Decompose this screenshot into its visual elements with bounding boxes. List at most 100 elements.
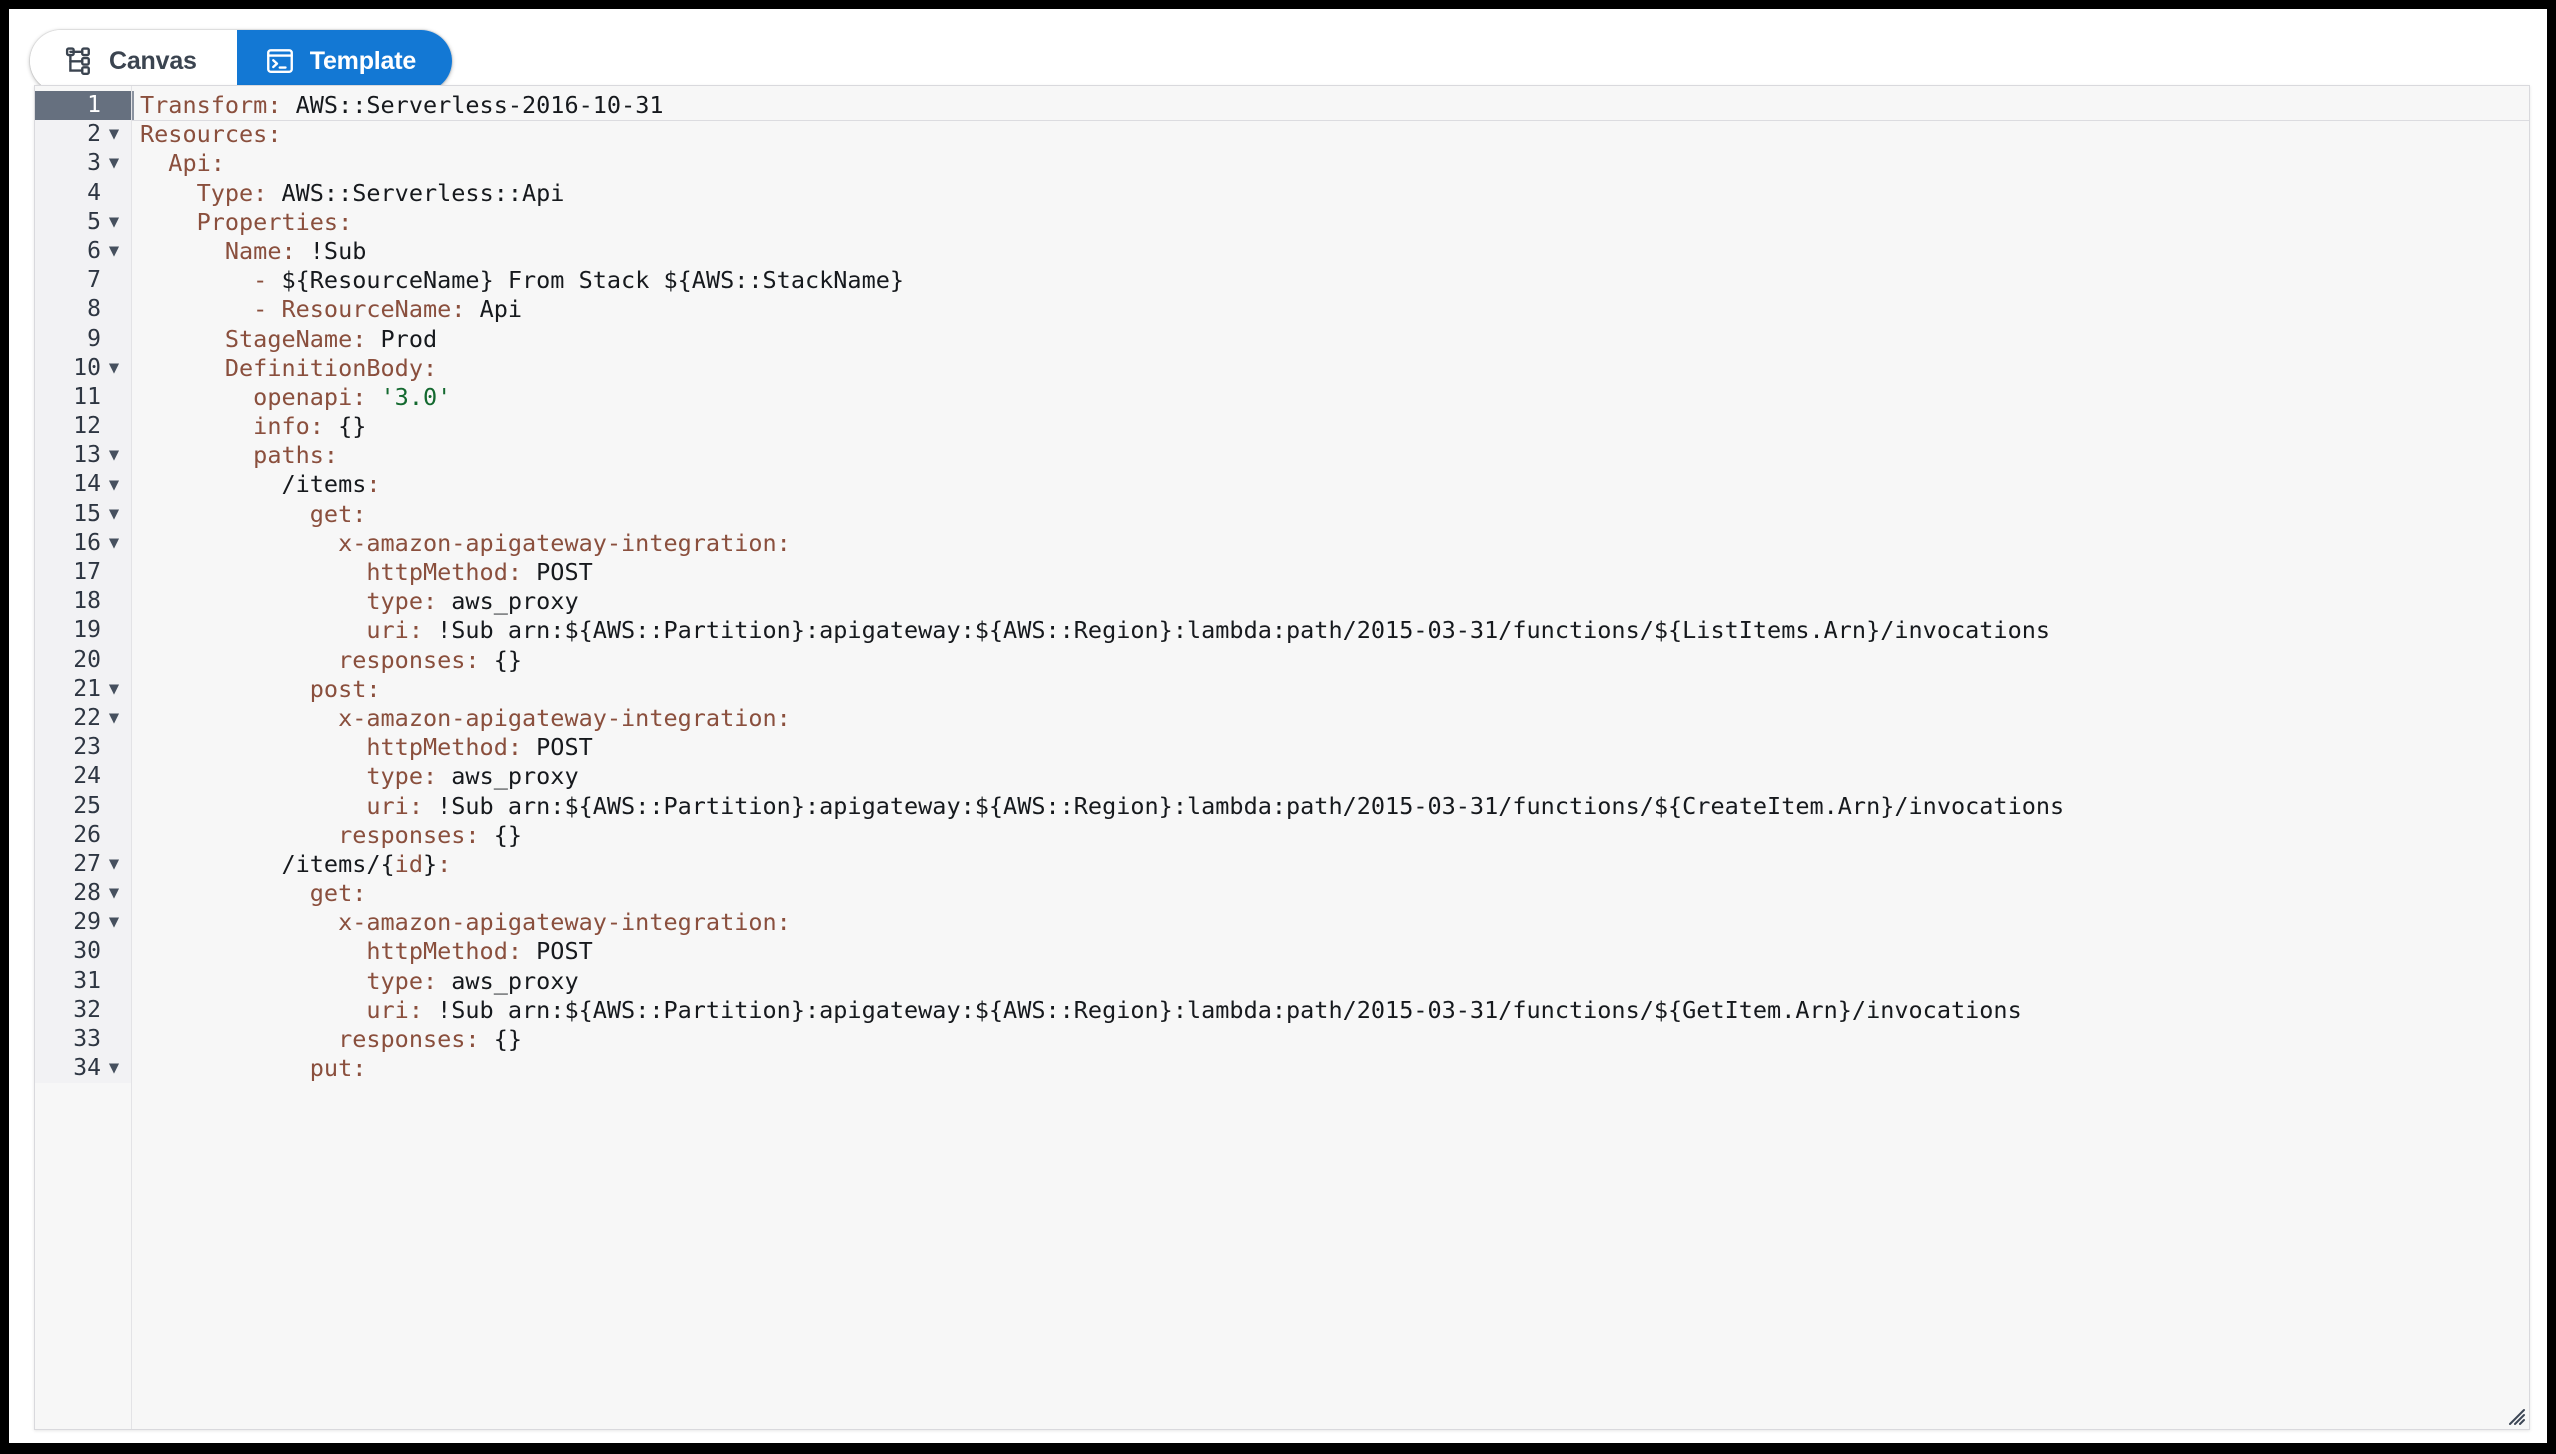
code-line[interactable]: 8▼ - ResourceName: Api: [35, 295, 2529, 324]
line-number-gutter[interactable]: 34▼: [35, 1054, 131, 1083]
code-line-text[interactable]: uri: !Sub arn:${AWS::Partition}:apigatew…: [131, 616, 2529, 645]
tab-canvas[interactable]: Canvas: [30, 30, 237, 92]
yaml-code-editor[interactable]: 1▼Transform: AWS::Serverless-2016-10-312…: [34, 85, 2530, 1430]
code-line-text[interactable]: /items:: [131, 470, 2529, 499]
line-number-gutter[interactable]: 7▼: [35, 266, 131, 295]
fold-arrow-icon[interactable]: ▼: [103, 243, 125, 260]
line-number-gutter[interactable]: 17▼: [35, 558, 131, 587]
line-number-gutter[interactable]: 25▼: [35, 792, 131, 821]
fold-arrow-icon[interactable]: ▼: [103, 126, 125, 143]
code-line[interactable]: 15▼ get:: [35, 500, 2529, 529]
tab-template[interactable]: Template: [237, 30, 452, 92]
code-line[interactable]: 19▼ uri: !Sub arn:${AWS::Partition}:apig…: [35, 616, 2529, 645]
code-line[interactable]: 24▼ type: aws_proxy: [35, 762, 2529, 791]
code-line-text[interactable]: Name: !Sub: [131, 237, 2529, 266]
code-line[interactable]: 9▼ StageName: Prod: [35, 325, 2529, 354]
line-number-gutter[interactable]: 16▼: [35, 529, 131, 558]
resize-grip-icon[interactable]: [2503, 1403, 2525, 1425]
fold-arrow-icon[interactable]: ▼: [103, 360, 125, 377]
code-line-text[interactable]: x-amazon-apigateway-integration:: [131, 908, 2529, 937]
fold-arrow-icon[interactable]: ▼: [103, 1060, 125, 1077]
fold-arrow-icon[interactable]: ▼: [103, 214, 125, 231]
code-line-text[interactable]: post:: [131, 675, 2529, 704]
editor-surface[interactable]: 1▼Transform: AWS::Serverless-2016-10-312…: [35, 86, 2529, 1429]
fold-arrow-icon[interactable]: ▼: [103, 856, 125, 873]
line-number-gutter[interactable]: 23▼: [35, 733, 131, 762]
code-line-text[interactable]: uri: !Sub arn:${AWS::Partition}:apigatew…: [131, 996, 2529, 1025]
code-line-text[interactable]: type: aws_proxy: [131, 967, 2529, 996]
line-number-gutter[interactable]: 2▼: [35, 120, 131, 149]
code-line[interactable]: 17▼ httpMethod: POST: [35, 558, 2529, 587]
code-line-text[interactable]: httpMethod: POST: [131, 937, 2529, 966]
code-line-text[interactable]: info: {}: [131, 412, 2529, 441]
code-line[interactable]: 12▼ info: {}: [35, 412, 2529, 441]
code-line-text[interactable]: - ResourceName: Api: [131, 295, 2529, 324]
line-number-gutter[interactable]: 15▼: [35, 500, 131, 529]
code-line[interactable]: 13▼ paths:: [35, 441, 2529, 470]
code-line[interactable]: 20▼ responses: {}: [35, 646, 2529, 675]
code-line[interactable]: 28▼ get:: [35, 879, 2529, 908]
fold-arrow-icon[interactable]: ▼: [103, 914, 125, 931]
code-line[interactable]: 5▼ Properties:: [35, 208, 2529, 237]
code-line[interactable]: 11▼ openapi: '3.0': [35, 383, 2529, 412]
fold-arrow-icon[interactable]: ▼: [103, 885, 125, 902]
code-line-text[interactable]: Properties:: [131, 208, 2529, 237]
code-line[interactable]: 7▼ - ${ResourceName} From Stack ${AWS::S…: [35, 266, 2529, 295]
code-line-text[interactable]: StageName: Prod: [131, 325, 2529, 354]
line-number-gutter[interactable]: 1▼: [35, 91, 131, 120]
code-line-text[interactable]: /items/{id}:: [131, 850, 2529, 879]
code-line-text[interactable]: type: aws_proxy: [131, 762, 2529, 791]
line-number-gutter[interactable]: 22▼: [35, 704, 131, 733]
code-line-text[interactable]: responses: {}: [131, 821, 2529, 850]
code-line[interactable]: 10▼ DefinitionBody:: [35, 354, 2529, 383]
line-number-gutter[interactable]: 24▼: [35, 762, 131, 791]
fold-arrow-icon[interactable]: ▼: [103, 506, 125, 523]
code-line-text[interactable]: DefinitionBody:: [131, 354, 2529, 383]
line-number-gutter[interactable]: 20▼: [35, 646, 131, 675]
code-line[interactable]: 29▼ x-amazon-apigateway-integration:: [35, 908, 2529, 937]
code-line-text[interactable]: responses: {}: [131, 646, 2529, 675]
fold-arrow-icon[interactable]: ▼: [103, 155, 125, 172]
line-number-gutter[interactable]: 21▼: [35, 675, 131, 704]
code-line-text[interactable]: uri: !Sub arn:${AWS::Partition}:apigatew…: [131, 792, 2529, 821]
code-line-text[interactable]: x-amazon-apigateway-integration:: [131, 704, 2529, 733]
code-line-text[interactable]: Api:: [131, 149, 2529, 178]
fold-arrow-icon[interactable]: ▼: [103, 535, 125, 552]
code-line[interactable]: 27▼ /items/{id}:: [35, 850, 2529, 879]
code-line[interactable]: 4▼ Type: AWS::Serverless::Api: [35, 179, 2529, 208]
code-line-text[interactable]: openapi: '3.0': [131, 383, 2529, 412]
code-line[interactable]: 34▼ put:: [35, 1054, 2529, 1083]
fold-arrow-icon[interactable]: ▼: [103, 710, 125, 727]
code-line[interactable]: 30▼ httpMethod: POST: [35, 937, 2529, 966]
line-number-gutter[interactable]: 4▼: [35, 179, 131, 208]
code-line[interactable]: 32▼ uri: !Sub arn:${AWS::Partition}:apig…: [35, 996, 2529, 1025]
line-number-gutter[interactable]: 8▼: [35, 295, 131, 324]
code-line-text[interactable]: Transform: AWS::Serverless-2016-10-31: [131, 91, 2529, 120]
line-number-gutter[interactable]: 13▼: [35, 441, 131, 470]
code-line[interactable]: 31▼ type: aws_proxy: [35, 967, 2529, 996]
code-line[interactable]: 1▼Transform: AWS::Serverless-2016-10-31: [35, 91, 2529, 120]
line-number-gutter[interactable]: 28▼: [35, 879, 131, 908]
line-number-gutter[interactable]: 31▼: [35, 967, 131, 996]
line-number-gutter[interactable]: 10▼: [35, 354, 131, 383]
line-number-gutter[interactable]: 3▼: [35, 149, 131, 178]
line-number-gutter[interactable]: 5▼: [35, 208, 131, 237]
code-line-text[interactable]: httpMethod: POST: [131, 558, 2529, 587]
code-line-text[interactable]: - ${ResourceName} From Stack ${AWS::Stac…: [131, 266, 2529, 295]
line-number-gutter[interactable]: 18▼: [35, 587, 131, 616]
code-line-text[interactable]: x-amazon-apigateway-integration:: [131, 529, 2529, 558]
code-line-text[interactable]: get:: [131, 500, 2529, 529]
code-line-list[interactable]: 1▼Transform: AWS::Serverless-2016-10-312…: [35, 91, 2529, 1083]
fold-arrow-icon[interactable]: ▼: [103, 447, 125, 464]
line-number-gutter[interactable]: 32▼: [35, 996, 131, 1025]
code-line[interactable]: 6▼ Name: !Sub: [35, 237, 2529, 266]
code-line[interactable]: 21▼ post:: [35, 675, 2529, 704]
code-line-text[interactable]: paths:: [131, 441, 2529, 470]
code-line[interactable]: 33▼ responses: {}: [35, 1025, 2529, 1054]
code-line[interactable]: 2▼Resources:: [35, 120, 2529, 149]
code-line[interactable]: 23▼ httpMethod: POST: [35, 733, 2529, 762]
fold-arrow-icon[interactable]: ▼: [103, 681, 125, 698]
code-line[interactable]: 3▼ Api:: [35, 149, 2529, 178]
code-line-text[interactable]: Type: AWS::Serverless::Api: [131, 179, 2529, 208]
code-line-text[interactable]: type: aws_proxy: [131, 587, 2529, 616]
